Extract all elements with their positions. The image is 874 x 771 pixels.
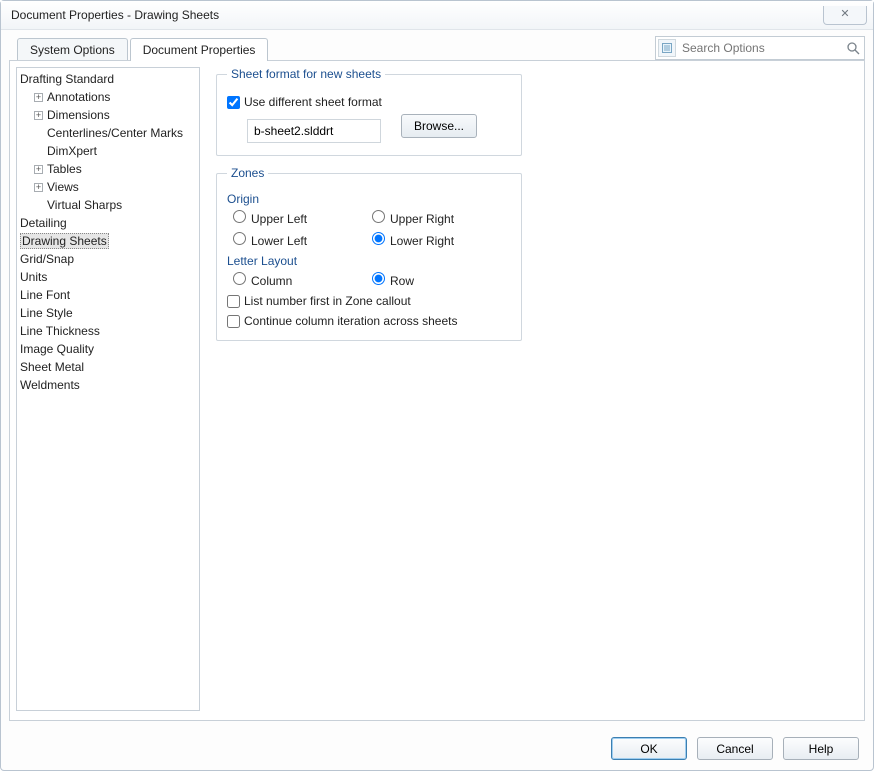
letter-layout-radio-group: Column Row [233,272,511,288]
tree-annotations[interactable]: +Annotations [18,88,198,106]
tree-drawing-sheets[interactable]: Drawing Sheets [18,232,198,250]
tree-sheet-metal[interactable]: Sheet Metal [18,358,198,376]
tree-centerlines[interactable]: Centerlines/Center Marks [18,124,198,142]
tabs: System Options Document Properties [17,37,270,60]
tree-line-font[interactable]: Line Font [18,286,198,304]
search-box[interactable] [655,36,865,60]
ok-button[interactable]: OK [611,737,687,760]
help-button[interactable]: Help [783,737,859,760]
letter-layout-label: Letter Layout [227,254,511,268]
main-panel: Sheet format for new sheets Use differen… [206,61,864,720]
close-icon: ✕ [840,9,849,20]
use-different-format-input[interactable] [227,96,240,109]
continue-iteration-checkbox[interactable]: Continue column iteration across sheets [227,314,511,328]
dialog-footer: OK Cancel Help [1,729,873,770]
group-sheet-format-title: Sheet format for new sheets [227,67,385,81]
expand-icon[interactable]: + [34,111,43,120]
tree-detailing[interactable]: Detailing [18,214,198,232]
origin-label: Origin [227,192,511,206]
tab-system-options[interactable]: System Options [17,38,128,61]
tree-dimxpert[interactable]: DimXpert [18,142,198,160]
search-icon[interactable] [844,41,862,55]
content-area: Drafting Standard +Annotations +Dimensio… [9,60,865,721]
expand-icon[interactable]: + [34,183,43,192]
close-button[interactable]: ✕ [823,6,867,25]
group-sheet-format: Sheet format for new sheets Use differen… [216,67,522,156]
group-zones-title: Zones [227,166,268,180]
list-number-first-input[interactable] [227,295,240,308]
origin-lower-right[interactable]: Lower Right [372,232,511,248]
sheet-format-path-input[interactable] [247,119,381,143]
use-different-format-checkbox[interactable]: Use different sheet format [227,95,511,109]
dialog-window: Document Properties - Drawing Sheets ✕ S… [0,0,874,771]
cancel-button[interactable]: Cancel [697,737,773,760]
tab-bar: System Options Document Properties [1,30,873,60]
tree-grid-snap[interactable]: Grid/Snap [18,250,198,268]
origin-lower-left[interactable]: Lower Left [233,232,372,248]
tree-drafting-standard[interactable]: Drafting Standard [18,70,198,88]
tree-views[interactable]: +Views [18,178,198,196]
origin-radio-group: Upper Left Upper Right Lower Left Lower … [233,210,511,248]
expand-icon[interactable]: + [34,93,43,102]
search-options-icon [658,39,676,57]
nav-tree: Drafting Standard +Annotations +Dimensio… [16,67,200,711]
layout-row[interactable]: Row [372,272,511,288]
titlebar: Document Properties - Drawing Sheets ✕ [1,1,873,30]
origin-upper-right[interactable]: Upper Right [372,210,511,226]
tree-dimensions[interactable]: +Dimensions [18,106,198,124]
continue-iteration-input[interactable] [227,315,240,328]
expand-icon[interactable]: + [34,165,43,174]
tree-line-style[interactable]: Line Style [18,304,198,322]
origin-upper-left[interactable]: Upper Left [233,210,372,226]
tree-tables[interactable]: +Tables [18,160,198,178]
tree-virtual-sharps[interactable]: Virtual Sharps [18,196,198,214]
window-title: Document Properties - Drawing Sheets [11,8,823,22]
tree-image-quality[interactable]: Image Quality [18,340,198,358]
browse-button[interactable]: Browse... [401,114,477,138]
search-input[interactable] [680,40,844,56]
tree-line-thickness[interactable]: Line Thickness [18,322,198,340]
group-zones: Zones Origin Upper Left Upper Right Lowe… [216,166,522,341]
layout-column[interactable]: Column [233,272,372,288]
tab-document-properties[interactable]: Document Properties [130,38,269,61]
tree-weldments[interactable]: Weldments [18,376,198,394]
list-number-first-checkbox[interactable]: List number first in Zone callout [227,294,511,308]
tree-units[interactable]: Units [18,268,198,286]
